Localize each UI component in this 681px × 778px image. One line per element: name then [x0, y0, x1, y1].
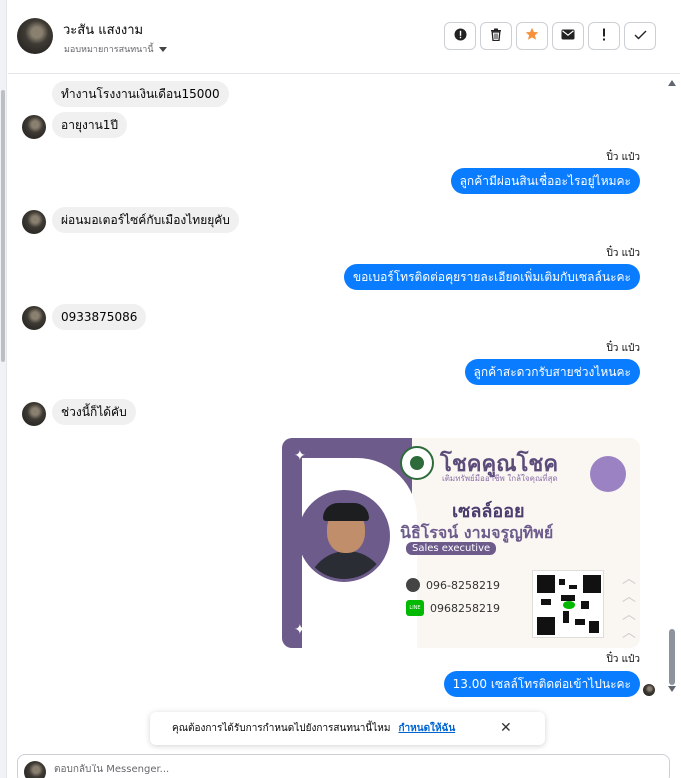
alert-circle-icon: [454, 28, 467, 45]
star-icon: [525, 27, 539, 45]
left-scrollbar[interactable]: [0, 0, 7, 778]
sparkle-icon: ✦: [294, 448, 306, 464]
read-receipt-avatar: [643, 684, 655, 696]
sender-name: ปิ๋ว แป๋ว: [606, 248, 640, 259]
chevron-up-icon: ︿: [622, 625, 636, 641]
sender-name: ปิ๋ว แป๋ว: [606, 152, 640, 163]
mail-icon: [561, 29, 575, 44]
report-button[interactable]: [444, 22, 476, 50]
card-decor-circle: [590, 456, 626, 492]
contact-avatar-small[interactable]: [22, 306, 46, 330]
incoming-message[interactable]: ช่วงนี้ก็ได้คับ: [52, 399, 136, 425]
card-line-row: LINE 0968258219: [406, 600, 500, 616]
scroll-down-icon[interactable]: [668, 686, 676, 692]
contact-avatar-small[interactable]: [22, 115, 46, 139]
assign-label: มอบหมายการสนทนานี้: [64, 45, 154, 55]
caret-down-icon: [158, 46, 167, 52]
contact-avatar-small[interactable]: [22, 210, 46, 234]
incoming-message[interactable]: อายุงาน1ปี: [52, 112, 128, 138]
mark-unread-button[interactable]: [552, 22, 584, 50]
chevron-up-icon: ︿: [622, 571, 636, 587]
card-tagline: เติมทรัพย์มืออาชีพ ใกล้ใจคุณที่สุด: [442, 474, 558, 483]
qr-code: [532, 570, 604, 638]
incoming-message[interactable]: ผ่อนมอเตอร์ไซค์กับเมืองไทยยุคับ: [52, 207, 239, 233]
sender-name: ปิ๋ว แป๋ว: [606, 654, 640, 665]
assignment-notice: คุณต้องการได้รับการกำหนดไปยังการสนทนานี้…: [150, 712, 545, 745]
reply-composer: [17, 754, 670, 778]
sales-card-image[interactable]: ✦ ✦ โชคคูณโชค เติมทรัพย์มืออาชีพ ใกล้ใจค…: [282, 438, 640, 648]
page-avatar: [24, 761, 46, 778]
sparkle-icon: ✦: [294, 622, 306, 638]
card-phone-row: 096-8258219: [406, 578, 500, 592]
sales-photo: [298, 490, 390, 582]
assign-dropdown[interactable]: มอบหมายการสนทนานี้: [64, 42, 167, 56]
spam-button[interactable]: [588, 22, 620, 50]
conversation-header: วะสัน แสงงาม มอบหมายการสนทนานี้: [8, 0, 680, 74]
delete-button[interactable]: [480, 22, 512, 50]
photo-body: [307, 551, 387, 579]
trash-icon: [490, 28, 502, 45]
photo-cap: [323, 503, 369, 521]
contact-name[interactable]: วะสัน แสงงาม: [63, 19, 143, 40]
outgoing-message[interactable]: ลูกค้ามีผ่อนสินเชื่ออะไรอยู่ไหมคะ: [450, 168, 640, 194]
outgoing-message[interactable]: ลูกค้าสะดวกรับสายช่วงไหนคะ: [464, 359, 640, 385]
outgoing-message[interactable]: 13.00 เซลล์โทรติดต่อเข้าไปนะคะ: [443, 671, 640, 697]
messages-scrollbar-thumb[interactable]: [669, 629, 675, 685]
phone-icon: [406, 578, 420, 592]
incoming-message[interactable]: 0933875086: [52, 304, 147, 330]
mark-done-button[interactable]: [624, 22, 656, 50]
card-line-id: 0968258219: [430, 601, 500, 615]
brand-logo: [400, 446, 434, 480]
chevron-up-icon: ︿: [622, 607, 636, 623]
chevron-up-icon: ︿: [622, 589, 636, 605]
sender-name: ปิ๋ว แป๋ว: [606, 343, 640, 354]
contact-avatar-small[interactable]: [22, 402, 46, 426]
messages-scrollbar[interactable]: [666, 76, 680, 701]
star-button[interactable]: [516, 22, 548, 50]
assign-to-me-link[interactable]: กำหนดให้ฉัน: [398, 721, 455, 736]
incoming-message[interactable]: ทำงานโรงงานเงินเดือน15000: [52, 81, 229, 107]
close-icon[interactable]: ✕: [500, 720, 512, 736]
reply-input[interactable]: [54, 764, 554, 775]
header-toolbar: [444, 22, 656, 50]
notice-text: คุณต้องการได้รับการกำหนดไปยังการสนทนานี้…: [172, 723, 391, 734]
scroll-up-icon[interactable]: [668, 80, 676, 86]
contact-avatar[interactable]: [17, 18, 53, 54]
left-scrollbar-thumb[interactable]: [1, 90, 5, 362]
check-icon: [634, 29, 647, 44]
card-phone: 096-8258219: [426, 578, 500, 592]
card-role: Sales executive: [406, 542, 497, 555]
exclamation-icon: [602, 28, 606, 45]
outgoing-message[interactable]: ขอเบอร์โทรติดต่อคุยรายละเอียดเพิ่มเติมกั…: [343, 264, 640, 290]
line-icon: LINE: [406, 600, 424, 616]
